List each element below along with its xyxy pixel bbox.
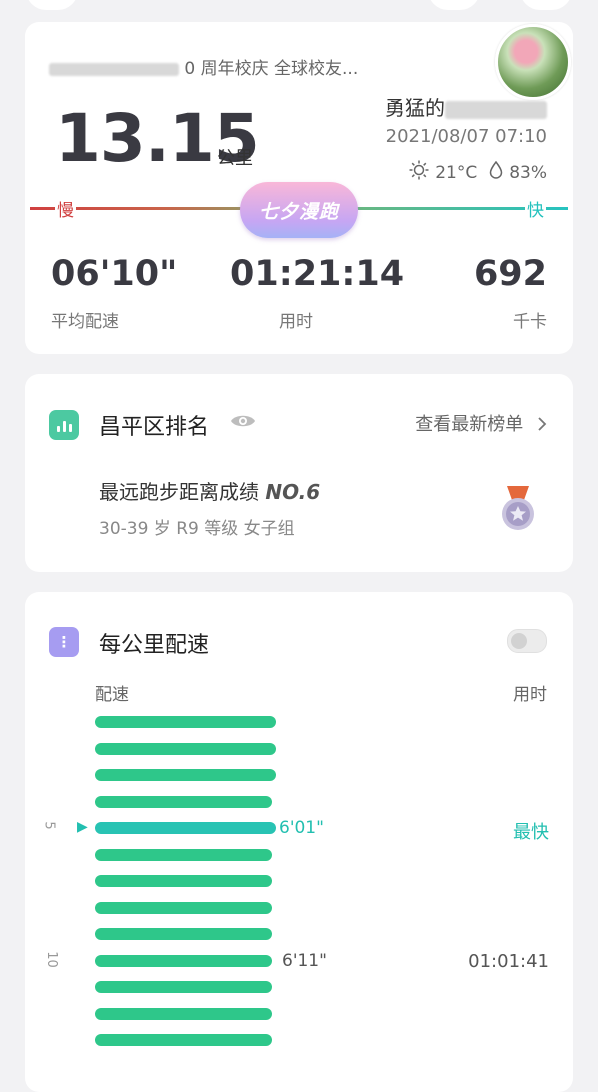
top-share-button-edge[interactable] xyxy=(520,0,572,10)
event-title: 0 周年校庆 全球校友... xyxy=(49,54,358,79)
humidity: 83% xyxy=(509,162,547,183)
weather: 21°C 83% xyxy=(409,160,547,185)
splits-toggle[interactable] xyxy=(507,629,547,653)
best-pointer-icon: ▶ xyxy=(77,819,88,835)
chevron-right-icon xyxy=(537,414,547,435)
avg-pace-label: 平均配速 xyxy=(51,312,119,332)
km-10-pace: 6'11" xyxy=(282,951,327,971)
nickname-text: 勇猛的 xyxy=(385,96,445,120)
achievement-line: 最远跑步距离成绩 NO.6 xyxy=(99,476,320,505)
duration-label: 用时 xyxy=(279,312,313,332)
split-bar-km-13 xyxy=(95,1034,272,1046)
sun-icon xyxy=(409,160,429,185)
eye-icon[interactable] xyxy=(229,411,257,435)
view-leaderboard-link[interactable]: 查看最新榜单 xyxy=(415,410,547,436)
droplet-icon xyxy=(489,160,503,184)
split-bar-km-4 xyxy=(95,795,272,808)
avatar[interactable] xyxy=(495,24,571,100)
km-5-label: 5 xyxy=(41,821,57,830)
run-datetime: 2021/08/07 07:10 xyxy=(385,126,547,147)
split-bar-km-1 xyxy=(95,716,276,728)
medal-icon xyxy=(499,484,537,538)
calories-label: 千卡 xyxy=(513,312,547,332)
calories-value: 692 xyxy=(473,254,547,294)
nickname: 勇猛的 xyxy=(385,92,547,121)
blurred-text xyxy=(49,62,179,76)
split-bar-km-8 xyxy=(95,901,272,914)
km-10-label: 10 xyxy=(43,951,59,968)
qixi-badge[interactable]: 七夕漫跑 xyxy=(240,182,358,238)
run-summary-card: 0 周年校庆 全球校友... 13.15 公里 勇猛的 2021/08/07 0… xyxy=(25,22,573,354)
avg-pace-value: 06'10" xyxy=(51,254,178,294)
split-bar-km-6 xyxy=(95,848,272,861)
split-bar-km-3 xyxy=(95,769,276,781)
split-bar-km-9 xyxy=(95,928,272,940)
km-10-time: 01:01:41 xyxy=(468,951,549,972)
split-bar-km-2 xyxy=(95,742,276,755)
splits-card: ⋮ 每公里配速 配速 用时 5 ▶ 6'01" 最快 10 6'11" 01:0… xyxy=(25,592,573,1092)
split-bar-km-7 xyxy=(95,875,272,887)
rank-number: NO.6 xyxy=(265,480,321,504)
ranking-title: 昌平区排名 xyxy=(99,415,210,440)
split-bar-km-10 xyxy=(95,954,272,967)
achievement-text: 最远跑步距离成绩 xyxy=(99,480,259,504)
pace-column-header: 配速 xyxy=(95,685,129,705)
top-right-button-edge[interactable] xyxy=(428,0,480,10)
view-leaderboard-label: 查看最新榜单 xyxy=(415,414,524,435)
fastest-label: 最快 xyxy=(513,822,549,843)
split-bar-km-5 xyxy=(95,822,276,834)
bar-chart-icon xyxy=(49,410,79,440)
ranking-group: 30-39 岁 R9 等级 女子组 xyxy=(99,519,295,539)
splits-title: 每公里配速 xyxy=(99,633,210,658)
split-pace-icon: ⋮ xyxy=(49,627,79,657)
split-bar-km-11 xyxy=(95,981,272,993)
ranking-card[interactable]: 昌平区排名 查看最新榜单 最远跑步距离成绩 NO.6 30-39 岁 R9 等级… xyxy=(25,374,573,572)
top-left-button-edge[interactable] xyxy=(26,0,78,10)
temperature: 21°C xyxy=(435,162,478,183)
split-bar-km-12 xyxy=(95,1007,272,1020)
duration-value: 01:21:14 xyxy=(230,254,405,294)
event-title-text: 0 周年校庆 全球校友... xyxy=(184,59,359,79)
km-5-pace: 6'01" xyxy=(279,818,324,838)
slow-label: 慢 xyxy=(55,196,76,221)
fast-label: 快 xyxy=(525,196,546,221)
blurred-nickname xyxy=(445,100,547,119)
time-column-header: 用时 xyxy=(513,685,547,705)
distance-unit: 公里 xyxy=(217,148,253,169)
